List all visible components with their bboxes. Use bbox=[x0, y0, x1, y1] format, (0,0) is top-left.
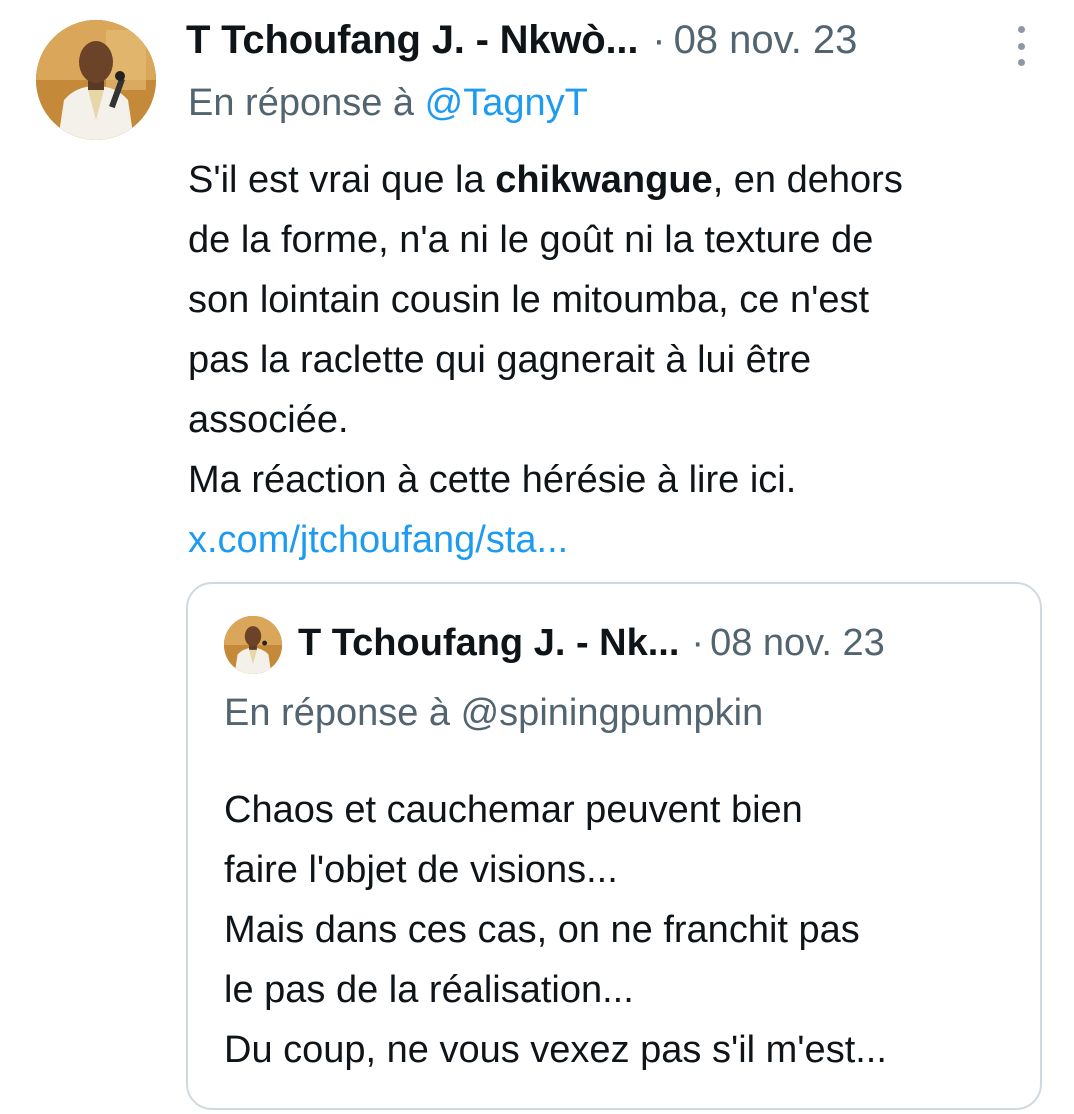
quoted-header-separator: · bbox=[691, 622, 705, 664]
reply-context: En réponse à @TagnyT bbox=[188, 82, 588, 125]
quoted-line: Chaos et cauchemar peuvent bien bbox=[224, 789, 803, 831]
tweet-header: T Tchoufang J. - Nkwò... · 08 nov. 23 bbox=[186, 18, 857, 68]
tweet-text: S'il est vrai que la chikwangue, en deho… bbox=[188, 150, 1058, 570]
quoted-line: Du coup, ne vous vexez pas s'il m'est... bbox=[224, 1029, 887, 1071]
quoted-tweet[interactable]: T Tchoufang J. - Nk... · 08 nov. 23 En r… bbox=[186, 582, 1042, 1110]
avatar-photo bbox=[224, 616, 282, 674]
tweet[interactable]: T Tchoufang J. - Nkwò... · 08 nov. 23 En… bbox=[0, 0, 1074, 1114]
avatar[interactable] bbox=[36, 20, 156, 140]
quoted-line: le pas de la réalisation... bbox=[224, 969, 634, 1011]
avatar-photo bbox=[36, 20, 156, 140]
tweet-line: pas la raclette qui gagnerait à lui être bbox=[188, 339, 812, 381]
more-vertical-icon[interactable] bbox=[1008, 26, 1034, 66]
tweet-date[interactable]: 08 nov. 23 bbox=[674, 18, 858, 63]
tweet-line: Ma réaction à cette hérésie à lire ici. bbox=[188, 459, 797, 501]
tweet-line: son lointain cousin le mitoumba, ce n'es… bbox=[188, 279, 870, 321]
hashtag-bold-word: chikwangue bbox=[495, 159, 713, 201]
tweet-line: S'il est vrai que la chikwangue, en deho… bbox=[188, 150, 1058, 210]
reply-prefix: En réponse à bbox=[188, 82, 415, 124]
reply-handle-link[interactable]: @TagnyT bbox=[425, 82, 588, 124]
header-separator: · bbox=[652, 18, 666, 62]
quoted-line: Mais dans ces cas, on ne franchit pas bbox=[224, 909, 860, 951]
quoted-date[interactable]: 08 nov. 23 bbox=[710, 622, 885, 665]
tweet-line: de la forme, n'a ni le goût ni la textur… bbox=[188, 219, 874, 261]
quoted-text: Chaos et cauchemar peuvent bien faire l'… bbox=[224, 780, 1024, 1080]
tweet-url-link[interactable]: x.com/jtchoufang/sta... bbox=[188, 519, 568, 561]
quoted-header: T Tchoufang J. - Nk... · 08 nov. 23 bbox=[298, 622, 885, 665]
quoted-reply-context: En réponse à @spiningpumpkin bbox=[224, 692, 764, 734]
quoted-avatar[interactable] bbox=[224, 616, 282, 674]
tweet-text-segment: S'il est vrai que la bbox=[188, 159, 496, 201]
tweet-line: associée. bbox=[188, 399, 349, 441]
tweet-text-segment: , en dehors bbox=[712, 159, 903, 201]
quoted-author-name[interactable]: T Tchoufang J. - Nk... bbox=[298, 622, 679, 665]
author-name[interactable]: T Tchoufang J. - Nkwò... bbox=[186, 18, 638, 63]
quoted-line: faire l'objet de visions... bbox=[224, 849, 618, 891]
